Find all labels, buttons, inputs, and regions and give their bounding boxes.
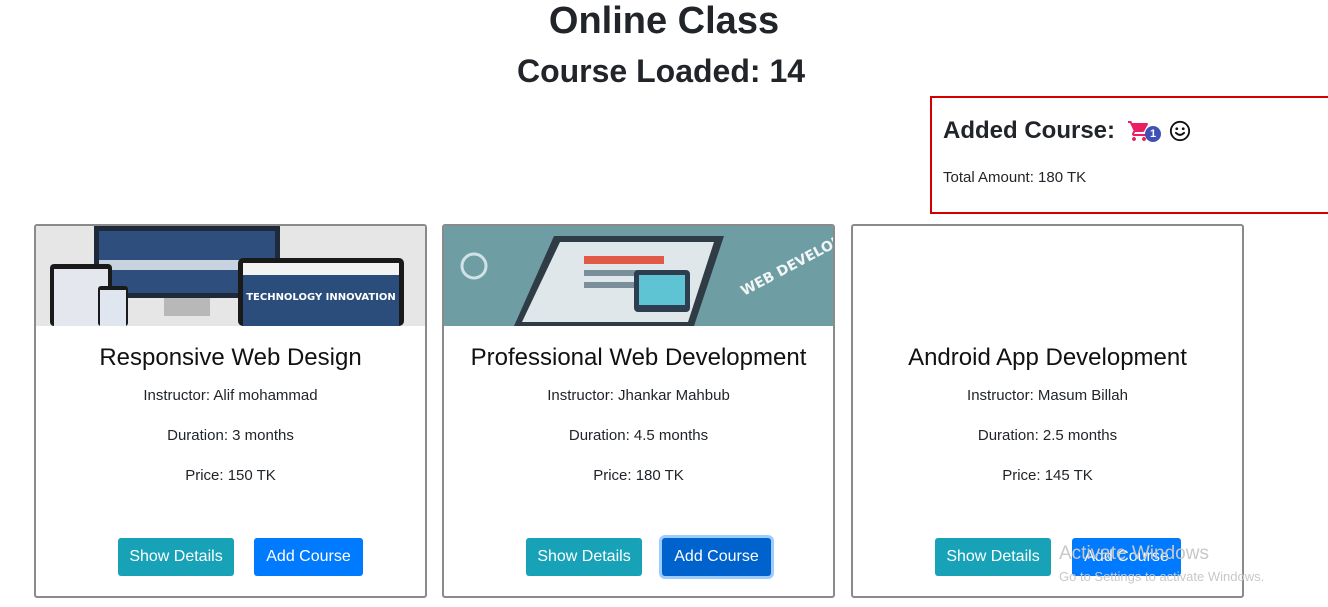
course-card: WEB DEVELOPMENT Professional Web Develop… (442, 224, 835, 598)
course-card: TECHNOLOGY INNOVATION Responsive Web Des… (34, 224, 427, 598)
course-card: Android App Development Instructor: Masu… (851, 224, 1244, 598)
course-title: Android App Development (908, 344, 1187, 371)
cart-heading: Added Course: (943, 117, 1116, 144)
show-details-button[interactable]: Show Details (526, 538, 642, 576)
course-duration: Duration: 3 months (167, 427, 294, 444)
smiley-face-icon (1169, 120, 1191, 142)
course-count-heading: Course Loaded: 14 (516, 53, 806, 89)
course-title: Professional Web Development (470, 344, 807, 371)
page-title: Online Class (548, 0, 780, 42)
course-price: Price: 150 TK (185, 467, 276, 484)
course-duration: Duration: 4.5 months (568, 427, 709, 444)
course-image: WEB DEVELOPMENT (444, 226, 833, 326)
show-details-button[interactable]: Show Details (118, 538, 234, 576)
course-title: Responsive Web Design (99, 344, 362, 371)
cart-total-amount: Total Amount: 180 TK (943, 169, 1087, 186)
add-course-button[interactable]: Add Course (254, 538, 363, 576)
course-image: TECHNOLOGY INNOVATION (36, 226, 425, 326)
cart-count-badge: 1 (1145, 126, 1162, 142)
course-instructor: Instructor: Masum Billah (967, 387, 1128, 404)
add-course-button[interactable]: Add Course (1072, 538, 1181, 576)
course-duration: Duration: 2.5 months (977, 427, 1118, 444)
add-course-button[interactable]: Add Course (662, 538, 771, 576)
show-details-button[interactable]: Show Details (935, 538, 1051, 576)
course-image-caption: TECHNOLOGY INNOVATION (246, 292, 396, 303)
course-price: Price: 180 TK (593, 467, 684, 484)
course-instructor: Instructor: Jhankar Mahbub (547, 387, 730, 404)
course-instructor: Instructor: Alif mohammad (143, 387, 318, 404)
cart-summary: Added Course: 1 Total Amount: 180 TK (930, 96, 1328, 214)
shopping-cart-icon[interactable]: 1 (1127, 119, 1162, 143)
course-price: Price: 145 TK (1002, 467, 1093, 484)
cart-heading-row: Added Course: 1 (943, 116, 1191, 146)
